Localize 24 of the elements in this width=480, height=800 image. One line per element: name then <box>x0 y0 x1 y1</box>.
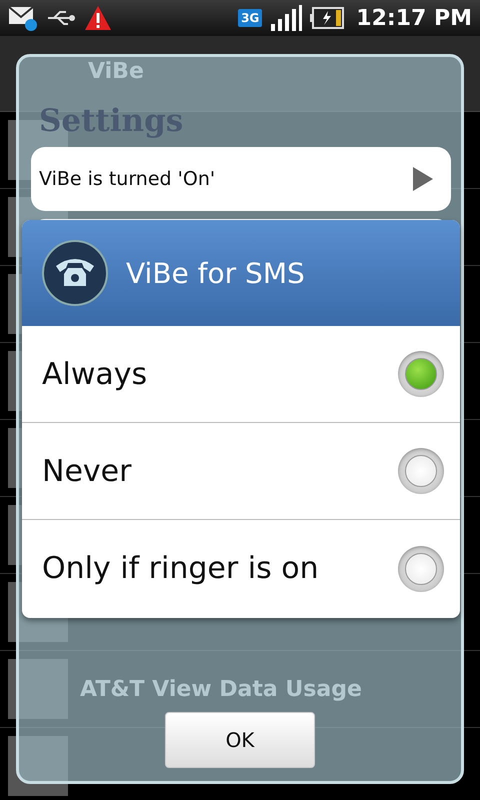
option-label: Never <box>42 454 132 488</box>
radio-option[interactable]: Only if ringer is on <box>22 520 460 617</box>
settings-title: Settings <box>39 103 184 141</box>
dialog-title: ViBe for SMS <box>126 256 305 290</box>
usb-icon <box>46 9 76 27</box>
play-arrow-icon <box>413 167 433 191</box>
telephone-icon <box>42 240 108 306</box>
app-title: ViBe <box>88 59 144 84</box>
settings-row-label: ViBe is turned 'On' <box>39 168 216 190</box>
radio-button[interactable] <box>398 351 444 397</box>
network-type: 3G <box>238 9 262 27</box>
radio-option[interactable]: Never <box>22 423 460 520</box>
option-label: Always <box>42 356 148 392</box>
clock: 12:17 PM <box>356 6 472 30</box>
warning-icon <box>84 5 112 31</box>
mail-icon <box>8 4 38 32</box>
settings-row[interactable]: ViBe is turned 'On' <box>31 147 451 211</box>
signal-icon <box>270 4 302 32</box>
option-label: Only if ringer is on <box>42 551 319 586</box>
radio-option[interactable]: Always <box>22 326 460 423</box>
radio-button[interactable] <box>398 448 444 494</box>
battery-icon <box>310 7 344 29</box>
ok-button[interactable]: OK <box>165 712 315 768</box>
radio-button[interactable] <box>398 546 444 592</box>
